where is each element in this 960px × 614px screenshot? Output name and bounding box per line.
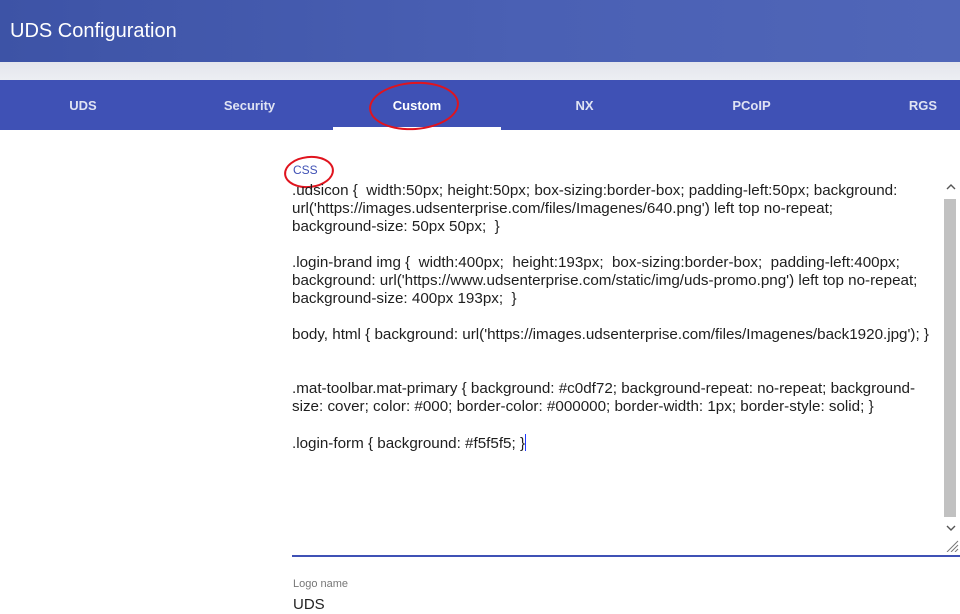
page-title: UDS Configuration xyxy=(10,20,177,42)
css-block-login-brand: .login-brand img { width:400px; height:1… xyxy=(292,254,926,307)
tab-rgs[interactable]: RGS xyxy=(835,80,960,130)
tab-nx[interactable]: NX xyxy=(501,80,668,130)
css-block-login-form: .login-form { background: #f5f5f5; } xyxy=(292,434,940,453)
app-toolbar: UDS Configuration xyxy=(0,0,960,62)
editor-scrollbar[interactable] xyxy=(942,181,959,539)
chevron-down-icon[interactable] xyxy=(942,522,959,539)
css-field-label: CSS xyxy=(293,163,318,177)
resize-grip-icon[interactable] xyxy=(943,539,959,553)
tab-pcoip[interactable]: PCoIP xyxy=(668,80,835,130)
tab-uds[interactable]: UDS xyxy=(0,80,166,130)
toolbar-divider xyxy=(0,62,960,80)
css-textarea[interactable]: .udsicon { width:50px; height:50px; box-… xyxy=(292,182,940,550)
css-field-underline xyxy=(292,555,960,557)
tab-bar: UDS Security Custom NX PCoIP RGS xyxy=(0,80,960,130)
text-caret xyxy=(525,434,527,451)
css-block-login-form-text: .login-form { background: #f5f5f5; } xyxy=(292,435,526,452)
tab-security[interactable]: Security xyxy=(166,80,333,130)
scrollbar-thumb[interactable] xyxy=(944,199,956,517)
css-block-toolbar: .mat-toolbar.mat-primary { background: #… xyxy=(292,380,916,415)
chevron-up-icon[interactable] xyxy=(942,181,959,198)
tab-rgs-label: RGS xyxy=(908,98,937,113)
css-block-udsicon: .udsicon { width:50px; height:50px; box-… xyxy=(292,182,898,235)
logo-name-input[interactable]: UDS xyxy=(293,596,325,613)
css-block-body: body, html { background: url('https://im… xyxy=(292,326,929,343)
logo-name-label: Logo name xyxy=(293,578,349,590)
